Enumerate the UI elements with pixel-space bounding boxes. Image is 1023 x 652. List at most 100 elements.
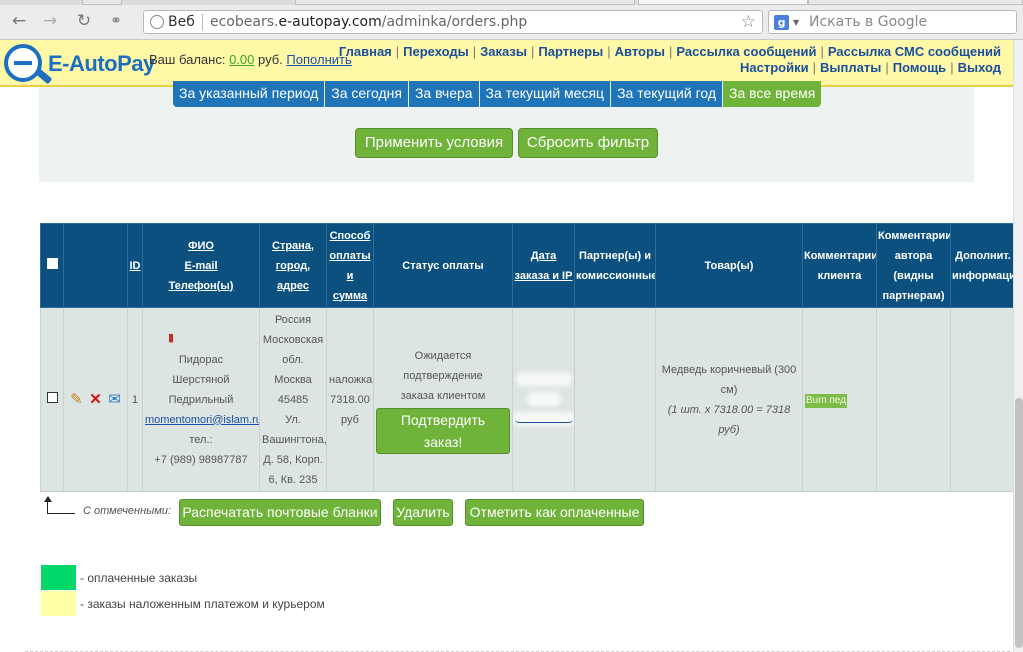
product-name-2: см) (720, 383, 738, 396)
scrollbar-thumb[interactable] (1015, 398, 1023, 648)
nav-separator: | (395, 44, 400, 59)
nav-partners[interactable]: Партнеры (538, 44, 603, 59)
row-select-cell (40, 307, 64, 492)
paid-legend-text: - оплаченные заказы (80, 571, 198, 585)
nav-payouts[interactable]: Выплаты (820, 60, 881, 75)
forward-icon[interactable]: → (40, 11, 60, 31)
reload-icon[interactable]: ↻ (74, 11, 94, 31)
edit-pencil-icon[interactable]: ✎ (68, 391, 84, 408)
row-date-cell (512, 307, 575, 492)
table-header-row: ID ФИО E-mail Телефон(ы) Страна, город, адре… (40, 223, 1016, 308)
main-nav-row1: Главная | Переходы | Заказы | Партнеры | Авторы |… (339, 44, 1001, 59)
browser-tab[interactable] (295, 0, 635, 5)
contact-card-icon: ▮ (167, 331, 175, 344)
author-comment-header: Комментарии автора (видны партнерам) (876, 223, 951, 308)
customer-email[interactable]: momentomori@islam.ru (145, 414, 259, 426)
row-fio-cell: ▮ Пидорас Шерстяной Педрильный momentomo… (142, 307, 260, 492)
nav-sms[interactable]: Рассылка СМС сообщений (828, 44, 1001, 59)
chevron-down-icon[interactable]: ▼ (793, 18, 799, 27)
search-input[interactable]: Искать в Google (809, 14, 927, 30)
table-row: ✎ ✕ ✉ 1 ▮ Пидорас Шерстяной Педрильный m… (40, 307, 1016, 492)
customer-name-1: Пидорас (178, 353, 224, 366)
balance-label: Ваш баланс: (149, 52, 226, 67)
date-header[interactable]: Дата заказа и IP (512, 223, 575, 308)
browser-tab-active[interactable] (638, 0, 808, 5)
nav-authors[interactable]: Авторы (615, 44, 665, 59)
nav-mailing[interactable]: Рассылка сообщений (676, 44, 816, 59)
bookmark-star-icon[interactable]: ☆ (741, 12, 756, 32)
google-icon[interactable]: g (774, 15, 789, 30)
redacted-ip-link[interactable] (515, 414, 573, 423)
paid-legend-swatch (41, 565, 76, 590)
row-goods-cell: Медведь коричневый (300 см) (1 шт. x 731… (655, 307, 803, 492)
logo-text[interactable]: E-AutoPay (48, 51, 155, 77)
row-extra-info-cell (950, 307, 1016, 492)
product-name-1: Медведь коричневый (300 (661, 363, 797, 376)
site-header: E-AutoPay Ваш баланс: 0.00 руб. Пополнит… (0, 40, 1013, 87)
nav-help[interactable]: Помощь (893, 60, 946, 75)
apply-filter-button[interactable]: Применить условия (355, 128, 513, 158)
nav-traffic[interactable]: Переходы (403, 44, 469, 59)
balance-value[interactable]: 0.00 (229, 52, 254, 67)
goods-header: Товар(ы) (655, 223, 803, 308)
period-custom[interactable]: За указанный период (173, 81, 326, 107)
customer-name-2: Шерстяной (172, 373, 230, 386)
cod-legend-text: - заказы наложенным платежом и курьером (80, 597, 325, 611)
nav-separator: | (472, 44, 477, 59)
period-year[interactable]: За текущий год (611, 81, 724, 107)
cod-legend-swatch (41, 591, 76, 616)
print-forms-button[interactable]: Распечатать почтовые бланки (179, 499, 381, 526)
product-calculation: (1 шт. x 7318.00 = 7318 руб) (667, 403, 791, 436)
client-comment-header: Комментарии клиента (802, 223, 877, 308)
orders-table: ID ФИО E-mail Телефон(ы) Страна, город, адре… (40, 223, 1016, 492)
select-all-cell (40, 223, 64, 308)
delete-x-icon[interactable]: ✕ (88, 391, 104, 408)
country-header[interactable]: Страна, город, адрес (259, 223, 327, 308)
browser-toolbar: ← → ↻ ⚭ Веб ecobears.e-autopay.com/admin… (0, 0, 1023, 40)
period-all-time[interactable]: За все время (723, 81, 822, 107)
period-today[interactable]: За сегодня (325, 81, 409, 107)
customer-name-3: Педрильный (168, 393, 234, 406)
key-icon[interactable]: ⚭ (106, 11, 126, 31)
browser-tab[interactable] (82, 0, 122, 5)
bulk-actions-label: С отмеченными: (83, 505, 171, 517)
select-all-checkbox[interactable] (46, 257, 58, 269)
period-tabs: За указанный период За сегодня За вчера … (173, 81, 822, 107)
globe-icon (150, 15, 164, 29)
browser-tab[interactable] (808, 0, 1023, 5)
confirm-order-button[interactable]: Подтвердить заказ! (376, 407, 510, 454)
row-checkbox[interactable] (46, 391, 58, 403)
row-author-comment-cell[interactable] (876, 307, 951, 492)
period-yesterday[interactable]: За вчера (408, 81, 480, 107)
id-header[interactable]: ID (127, 223, 143, 308)
address-bar[interactable]: Веб ecobears.e-autopay.com/adminka/order… (143, 10, 763, 34)
scrollbar[interactable] (1013, 40, 1023, 652)
partners-header: Партнер(ы) и комиссионные (574, 223, 656, 308)
search-bar[interactable]: g ▼ Искать в Google (768, 10, 1017, 34)
nav-logout[interactable]: Выход (958, 60, 1001, 75)
nav-separator: | (885, 60, 889, 75)
nav-separator: | (950, 60, 954, 75)
nav-settings[interactable]: Настройки (740, 60, 809, 75)
fio-header[interactable]: ФИО E-mail Телефон(ы) (142, 223, 260, 308)
phone-label: тел.: (189, 433, 213, 446)
delete-selected-button[interactable]: Удалить (393, 499, 453, 526)
row-client-comment-cell: Bum пед (802, 307, 877, 492)
divider (202, 14, 203, 31)
period-month[interactable]: За текущий месяц (479, 81, 612, 107)
reset-filter-button[interactable]: Сбросить фильтр (518, 128, 658, 158)
payment-header[interactable]: Способ оплаты и сумма (326, 223, 374, 308)
logo-icon[interactable] (4, 44, 42, 82)
status-text-1: Ожидается подтверждение (403, 349, 483, 382)
nav-orders[interactable]: Заказы (480, 44, 527, 59)
url-text[interactable]: ecobears.e-autopay.com/adminka/orders.ph… (210, 14, 527, 30)
send-mail-icon[interactable]: ✉ (107, 391, 123, 408)
mark-paid-button[interactable]: Отметить как оплаченные (465, 499, 644, 526)
nav-separator: | (669, 44, 673, 59)
actions-header (63, 223, 128, 308)
url-path: /adminka/orders.php (381, 14, 528, 30)
back-icon[interactable]: ← (9, 11, 29, 31)
tab-strip (0, 0, 1023, 5)
row-partners-cell (574, 307, 656, 492)
nav-home[interactable]: Главная (339, 44, 392, 59)
